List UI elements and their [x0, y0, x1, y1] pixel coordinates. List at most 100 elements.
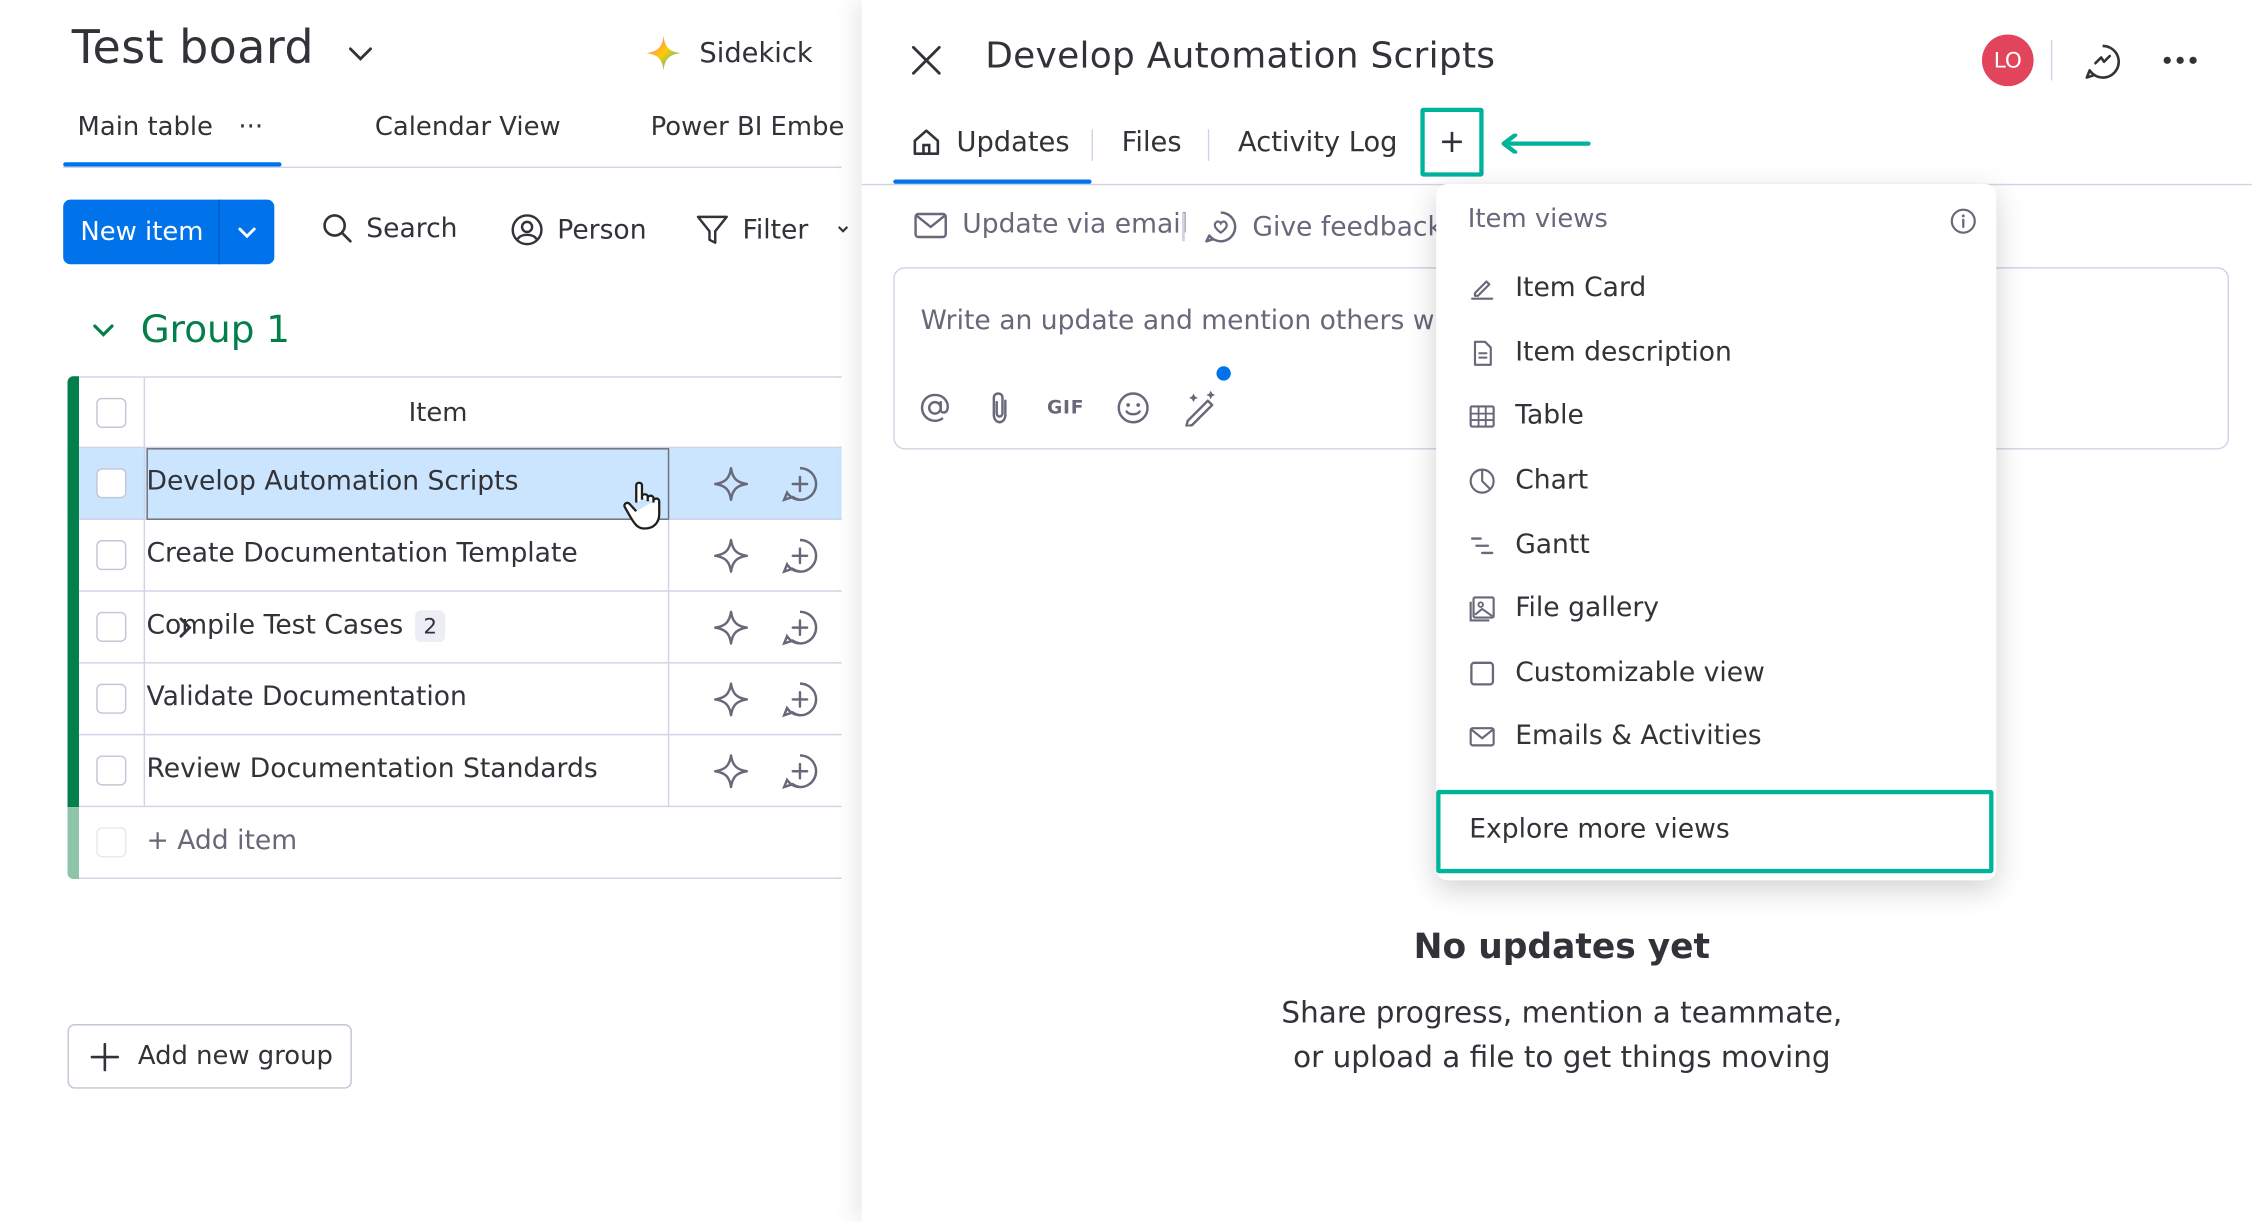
explore-more-views-label: Explore more views	[1469, 814, 1730, 845]
board-title[interactable]: Test board	[72, 20, 314, 75]
tab-calendar-view[interactable]: Calendar View	[375, 112, 561, 142]
group-table: Item Develop Automation Scripts Create D…	[67, 376, 842, 879]
more-options-icon[interactable]: ···	[238, 112, 263, 142]
new-item-label: New item	[80, 216, 204, 248]
chevron-down-icon[interactable]	[89, 316, 118, 345]
row-actions	[711, 608, 820, 648]
plus-icon	[89, 1041, 121, 1073]
sparkle-icon[interactable]	[711, 751, 751, 791]
menu-item-chart[interactable]: Chart	[1468, 465, 1588, 495]
add-view-button[interactable]: +	[1420, 107, 1484, 177]
sparkle-icon	[645, 34, 682, 71]
item-name[interactable]: Validate Documentation	[146, 682, 466, 712]
gif-button[interactable]: GIF	[1047, 397, 1084, 419]
board-area: Test board Sidekick Main table ··· Calen…	[0, 0, 862, 1222]
sparkle-icon[interactable]	[711, 608, 751, 648]
sparkle-icon[interactable]	[711, 464, 751, 504]
item-title[interactable]: Develop Automation Scripts	[985, 34, 1495, 76]
add-update-icon[interactable]	[780, 751, 820, 791]
explore-more-views-button[interactable]: Explore more views	[1436, 789, 1994, 874]
menu-item-customizable-view[interactable]: Customizable view	[1468, 658, 1765, 688]
checkbox-cell	[79, 735, 146, 808]
table-row[interactable]: Compile Test Cases 2	[78, 591, 842, 664]
menu-item-item-card[interactable]: Item Card	[1468, 273, 1646, 303]
avatar[interactable]: LO	[1981, 34, 2034, 87]
give-feedback-label: Give feedback	[1252, 211, 1443, 242]
tab-activity-log[interactable]: Activity Log	[1238, 126, 1397, 158]
chevron-down-icon[interactable]	[345, 37, 377, 69]
search-button[interactable]: Search	[322, 213, 458, 245]
menu-item-gantt[interactable]: Gantt	[1468, 530, 1590, 560]
close-icon[interactable]	[911, 45, 943, 77]
item-name-with-count[interactable]: Compile Test Cases 2	[146, 610, 446, 642]
menu-item-emails-activities[interactable]: Emails & Activities	[1468, 721, 1762, 751]
mention-icon[interactable]	[918, 391, 952, 425]
add-new-group-button[interactable]: Add new group	[67, 1024, 352, 1089]
chevron-down-icon[interactable]	[836, 223, 850, 237]
give-feedback-button[interactable]: Give feedback	[1204, 210, 1443, 244]
update-input-placeholder[interactable]: Write an update and mention others with	[921, 306, 1470, 336]
tab-label: Main table	[77, 112, 213, 143]
update-via-email-button[interactable]: Update via email	[913, 210, 1188, 240]
tab-main-table[interactable]: Main table ···	[78, 112, 264, 142]
checkbox-cell	[79, 519, 146, 592]
mail-icon	[913, 210, 947, 239]
chevron-down-icon[interactable]	[220, 220, 275, 243]
menu-item-file-gallery[interactable]: File gallery	[1468, 593, 1659, 623]
menu-item-item-description[interactable]: Item description	[1468, 338, 1732, 368]
group-header[interactable]: Group 1	[89, 309, 290, 352]
add-update-icon[interactable]	[780, 679, 820, 719]
checkbox-cell	[79, 807, 145, 879]
more-options-icon[interactable]	[2163, 55, 2197, 66]
table-header-row: Item	[78, 376, 842, 450]
header-divider	[2050, 40, 2053, 81]
column-header-item[interactable]: Item	[79, 398, 797, 428]
add-update-icon[interactable]	[780, 536, 820, 576]
item-name[interactable]: Create Documentation Template	[146, 539, 577, 569]
row-checkbox[interactable]	[96, 611, 127, 642]
menu-heading: Item views	[1467, 203, 1608, 235]
add-update-icon[interactable]	[780, 608, 820, 648]
empty-state-title: No updates yet	[1413, 926, 1711, 967]
item-name[interactable]: Review Documentation Standards	[146, 754, 597, 784]
chat-bubble-icon[interactable]	[2082, 42, 2122, 82]
row-actions	[711, 464, 820, 504]
tab-separator	[1207, 129, 1210, 161]
person-icon	[510, 213, 544, 247]
sidekick-button[interactable]: Sidekick	[645, 34, 813, 71]
search-icon	[322, 213, 354, 245]
menu-item-table[interactable]: Table	[1468, 401, 1584, 431]
row-checkbox[interactable]	[96, 540, 127, 571]
add-item-input[interactable]: + Add item	[146, 826, 297, 856]
tab-power-bi[interactable]: Power BI Embe	[651, 112, 845, 142]
table-row[interactable]: Validate Documentation	[78, 663, 842, 736]
item-name[interactable]: Compile Test Cases	[146, 610, 403, 640]
new-item-button[interactable]: New item	[63, 199, 275, 265]
item-views-menu: Item views Item Card Item description Ta…	[1436, 183, 1997, 881]
emoji-icon[interactable]	[1116, 391, 1150, 425]
tab-files[interactable]: Files	[1122, 126, 1182, 158]
add-update-icon[interactable]	[780, 464, 820, 504]
attachment-icon[interactable]	[984, 391, 1016, 425]
document-icon	[1468, 338, 1497, 367]
tab-separator	[1091, 129, 1093, 161]
table-row[interactable]: Create Documentation Template	[78, 519, 842, 592]
tab-updates[interactable]: Updates	[911, 126, 1070, 158]
table-row[interactable]: Develop Automation Scripts	[78, 448, 842, 530]
row-checkbox[interactable]	[96, 755, 127, 786]
sparkle-icon[interactable]	[711, 679, 751, 719]
ai-writer-icon[interactable]	[1182, 389, 1219, 427]
item-name[interactable]: Develop Automation Scripts	[146, 467, 518, 497]
row-checkbox[interactable]	[96, 468, 127, 499]
person-filter-button[interactable]: Person	[510, 213, 647, 247]
filter-button[interactable]: Filter	[695, 213, 850, 247]
row-checkbox[interactable]	[96, 683, 127, 714]
sidekick-label: Sidekick	[699, 37, 813, 69]
group-title[interactable]: Group 1	[141, 309, 290, 352]
sparkle-icon[interactable]	[711, 536, 751, 576]
info-icon[interactable]	[1949, 207, 1978, 236]
table-row[interactable]: Review Documentation Standards	[78, 735, 842, 808]
search-label: Search	[366, 213, 458, 244]
subitem-count-badge[interactable]: 2	[414, 610, 446, 642]
add-item-row[interactable]: + Add item	[78, 807, 842, 879]
